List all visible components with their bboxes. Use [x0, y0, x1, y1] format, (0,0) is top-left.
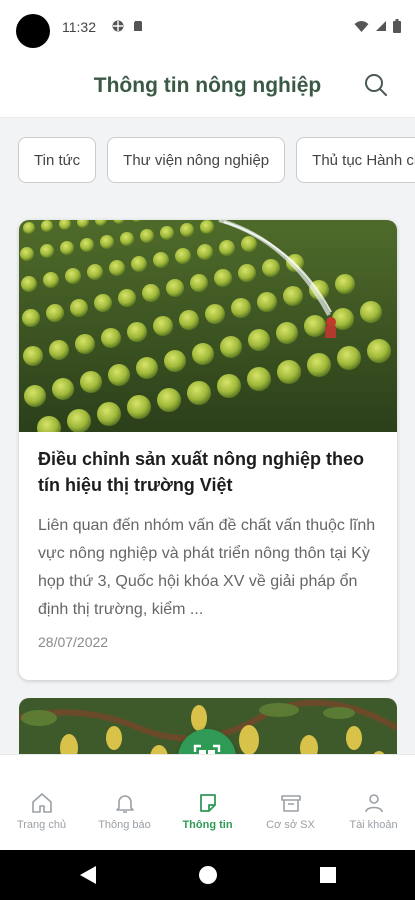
- article-image: [19, 220, 397, 432]
- article-card[interactable]: Điều chỉnh sản xuất nông nghiệp theo tín…: [19, 220, 397, 680]
- article-excerpt: Liên quan đến nhóm vấn đề chất vấn thuộc…: [38, 517, 376, 618]
- home-icon: [31, 793, 52, 813]
- sd-card-icon: [134, 21, 142, 31]
- nav-label: Thông tin: [182, 819, 233, 831]
- category-chip-row: Tin tức Thư viện nông nghiệp Thủ tục Hàn…: [0, 118, 415, 202]
- article-title: Điều chỉnh sản xuất nông nghiệp theo tín…: [38, 449, 365, 495]
- nav-co-so-sx[interactable]: Cơ sở SX: [249, 791, 332, 831]
- nav-thong-bao[interactable]: Thông báo: [83, 791, 166, 831]
- note-icon: [199, 794, 216, 812]
- chip-tin-tuc[interactable]: Tin tức: [18, 137, 97, 183]
- nav-label: Trang chủ: [16, 819, 67, 831]
- chip-thu-tuc-hanh-chinh[interactable]: Thủ tục Hành chính: [296, 137, 415, 183]
- status-time: 11:32: [62, 19, 96, 35]
- wifi-icon: [354, 20, 369, 32]
- page-title: Thông tin nông nghiệp: [93, 74, 322, 97]
- article-date: 28/07/2022: [38, 634, 109, 650]
- app-header: Thông tin nông nghiệp: [0, 56, 415, 118]
- nav-label: Thông báo: [98, 819, 151, 831]
- user-icon: [364, 794, 383, 813]
- vpn-icon: [112, 20, 124, 32]
- system-nav-bar: [0, 850, 415, 900]
- camera-cutout: [16, 14, 50, 48]
- search-icon[interactable]: [363, 72, 389, 98]
- nav-label: Tài khoản: [349, 819, 398, 831]
- nav-thong-tin[interactable]: Thông tin: [166, 791, 249, 831]
- battery-icon: [393, 19, 401, 33]
- nav-label: Cơ sở SX: [266, 819, 315, 831]
- bottom-nav: Trang chủ Thông báo Thông tin Cơ sở SX T…: [0, 754, 415, 850]
- status-bar: 11:32: [0, 0, 415, 56]
- recents-icon[interactable]: [318, 864, 338, 886]
- news-feed[interactable]: Điều chỉnh sản xuất nông nghiệp theo tín…: [0, 202, 415, 754]
- nav-trang-chu[interactable]: Trang chủ: [0, 791, 83, 831]
- bell-icon: [115, 795, 134, 813]
- store-icon: [280, 795, 301, 812]
- nav-tai-khoan[interactable]: Tài khoản: [332, 791, 415, 831]
- home-circle-icon[interactable]: [198, 864, 218, 886]
- back-icon[interactable]: [78, 864, 98, 886]
- signal-icon: [376, 21, 386, 31]
- chip-thu-vien-nong-nghiep[interactable]: Thư viện nông nghiệp: [107, 137, 286, 183]
